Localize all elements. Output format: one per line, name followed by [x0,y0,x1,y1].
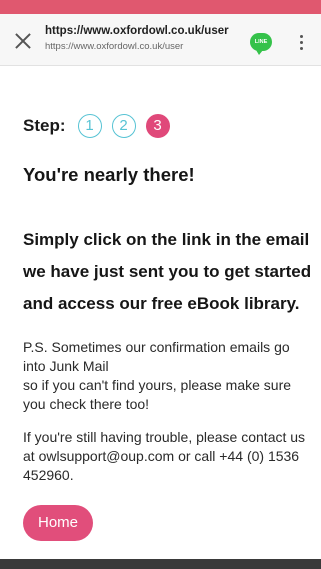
step-indicator: Step: 1 2 3 [23,110,313,142]
close-icon[interactable] [14,32,32,50]
step-2: 2 [111,114,136,138]
page-url[interactable]: https://www.oxfordowl.co.uk/user [45,25,229,37]
junk-mail-note-line1: P.S. Sometimes our confirmation emails g… [23,339,290,374]
contact-info: If you're still having trouble, please c… [23,429,306,483]
step-label: Step: [23,116,66,135]
step-3-active: 3 [145,114,170,138]
junk-mail-note-line2: so if you can't find yours, please make … [23,377,292,412]
instruction-text: Simply click on the link in the email we… [23,230,312,313]
line-share-icon[interactable]: LINE [250,33,272,55]
home-button[interactable]: Home [23,505,94,541]
page-url-secondary: https://www.oxfordowl.co.uk/user [45,41,184,52]
more-options-icon[interactable] [298,34,306,52]
bottom-bar [0,559,321,569]
main-content: Step: 1 2 3 You're nearly there! Simply … [23,110,313,541]
step-1: 1 [77,114,102,138]
page-heading: You're nearly there! [23,164,195,185]
junk-mail-note: P.S. Sometimes our confirmation emails g… [23,338,313,414]
browser-address-bar: https://www.oxfordowl.co.uk/user https:/… [0,14,321,66]
status-bar [0,0,321,14]
